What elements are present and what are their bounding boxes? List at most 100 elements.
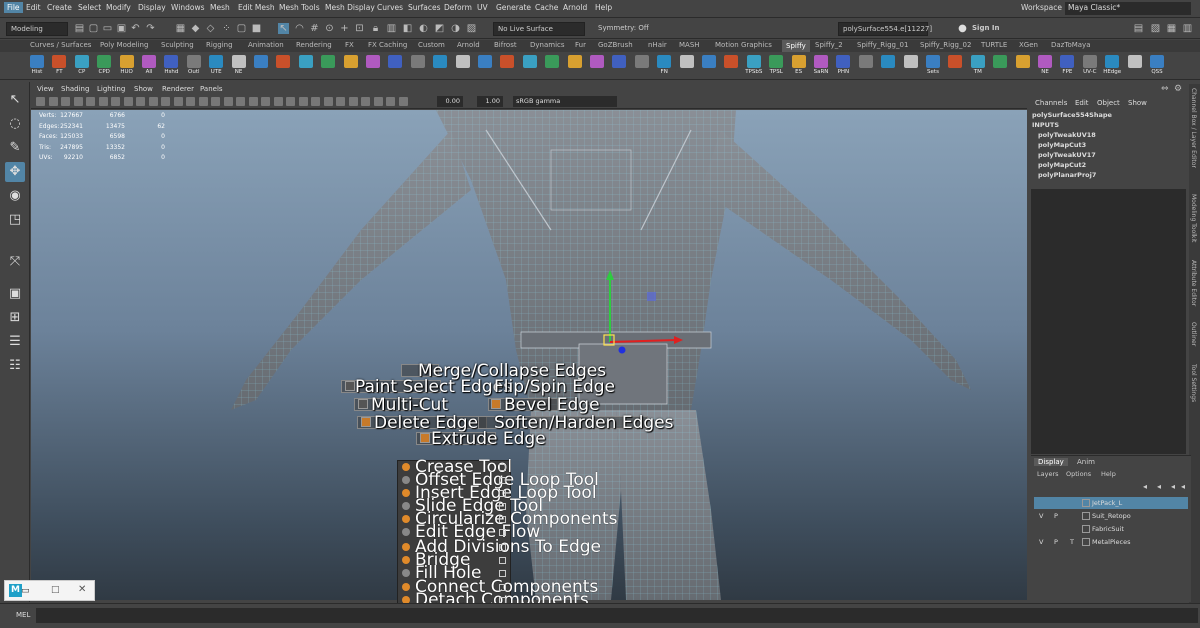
menu-cache[interactable]: Cache (535, 3, 558, 12)
shelf-tab[interactable]: Motion Graphics (715, 41, 772, 49)
viewport-toolbar-icon[interactable] (198, 97, 208, 106)
menu-file[interactable]: File (4, 2, 23, 13)
mm-bevel-edge[interactable]: Bevel Edge (504, 397, 600, 414)
layer-color-swatch[interactable] (1082, 525, 1090, 533)
select-component-icon[interactable]: ◇ (205, 23, 216, 34)
viewport-toolbar-icon[interactable] (186, 97, 195, 106)
shelf-tab[interactable]: Spiffy_Rigg_02 (920, 41, 971, 49)
shelf-button[interactable] (946, 54, 964, 78)
menu-edit[interactable]: Edit (26, 3, 41, 12)
shelf-button[interactable]: QSS (1148, 54, 1166, 78)
viewport-toolbar-icon[interactable] (348, 97, 358, 106)
shelf-tab[interactable]: Arnold (457, 41, 480, 49)
shelf-button[interactable] (498, 54, 516, 78)
cb-input-item[interactable]: polyPlanarProj7 (1038, 171, 1096, 179)
shelf-tab[interactable]: Rendering (296, 41, 332, 49)
shelf-button[interactable] (297, 54, 315, 78)
outliner-list-icon[interactable]: ☷ (5, 356, 25, 376)
layer-color-swatch[interactable] (1082, 499, 1090, 507)
snap-curve-icon[interactable]: ⊙ (324, 23, 335, 34)
panel-menu-shading[interactable]: Shading (61, 85, 89, 93)
shelf-tab[interactable]: FX (345, 41, 354, 49)
shelf-tab[interactable]: Curves / Surfaces (30, 41, 91, 49)
tab-modeling-toolkit[interactable]: Modeling Toolkit (1190, 194, 1197, 242)
tab-outliner[interactable]: Outliner (1190, 322, 1197, 346)
menu-deform[interactable]: Deform (444, 3, 472, 12)
user-icon[interactable]: ● (957, 23, 968, 34)
snap-plane-icon[interactable]: ⊡ (354, 23, 365, 34)
viewport-toolbar-icon[interactable] (61, 97, 70, 106)
viewport-toolbar-icon[interactable] (136, 97, 145, 106)
viewport-toolbar-icon[interactable] (323, 97, 333, 106)
channel-box-icon[interactable]: ▥ (1182, 23, 1193, 34)
shelf-button[interactable] (566, 54, 584, 78)
option-box-icon[interactable] (499, 570, 506, 577)
viewport-toolbar-icon[interactable] (248, 97, 258, 106)
viewport-toolbar-icon[interactable] (98, 97, 108, 106)
select-arrow-icon[interactable]: ↖ (278, 23, 289, 34)
shelf-button[interactable] (521, 54, 539, 78)
sign-in-button[interactable]: Sign In (968, 22, 1028, 36)
history-icon[interactable]: ▥ (386, 23, 397, 34)
snap-grid-icon[interactable]: # (309, 23, 320, 34)
tab-tool-settings[interactable]: Tool Settings (1190, 364, 1197, 402)
layer-tab-display[interactable]: Display (1034, 458, 1068, 466)
layer-tab-anim[interactable]: Anim (1077, 458, 1095, 466)
viewport-toolbar-icon[interactable] (73, 97, 83, 106)
layer-row[interactable]: V P T MetalPieces (1034, 536, 1188, 548)
viewport-toolbar-icon[interactable] (273, 97, 283, 106)
viewport-toolbar-icon[interactable] (148, 97, 158, 106)
shelf-button[interactable] (678, 54, 696, 78)
cb-settings-icon[interactable]: ⚙ (1174, 84, 1182, 94)
shelf-button[interactable]: UTE (207, 54, 225, 78)
shelf-tab[interactable]: Animation (248, 41, 284, 49)
layer-name[interactable]: JetPack_L (1092, 499, 1122, 507)
viewport-toolbar-icon[interactable] (236, 97, 245, 106)
shelf-button[interactable] (879, 54, 897, 78)
shelf-button[interactable] (409, 54, 427, 78)
face-mode-icon[interactable]: ■ (251, 23, 262, 34)
shelf-button[interactable]: TPSL (767, 54, 785, 78)
edge-mode-icon[interactable]: ▢ (236, 23, 247, 34)
shelf-button[interactable] (476, 54, 494, 78)
menu-create[interactable]: Create (47, 3, 72, 12)
panel-menu-panels[interactable]: Panels (200, 85, 223, 93)
shelf-button[interactable] (386, 54, 404, 78)
shelf-tab[interactable]: XGen (1019, 41, 1038, 49)
shelf-tab[interactable]: Spiffy_Rigg_01 (857, 41, 908, 49)
option-box-icon[interactable] (499, 557, 506, 564)
viewport-toolbar-icon[interactable] (223, 97, 233, 106)
menu-windows[interactable]: Windows (171, 3, 204, 12)
layer-menu-options[interactable]: Options (1066, 470, 1091, 478)
shelf-button[interactable] (454, 54, 472, 78)
mm-flip-spin-edge[interactable]: Flip/Spin Edge (494, 379, 615, 396)
layer-toggle-t[interactable]: T (1070, 538, 1074, 546)
shelf-button[interactable]: ES (790, 54, 808, 78)
paint-select-tool-icon[interactable]: ✎ (5, 138, 25, 158)
command-input[interactable] (36, 608, 1198, 623)
single-perspective-layout-icon[interactable]: ▣ (5, 284, 25, 304)
move-layer-up-icon[interactable]: ◂ (1143, 482, 1147, 491)
exposure-field[interactable]: 0.00 (437, 96, 463, 107)
lasso-tool-icon[interactable]: ◌ (5, 114, 25, 134)
layer-color-swatch[interactable] (1082, 512, 1090, 520)
lock-icon[interactable]: 🔒︎ (370, 23, 381, 34)
cb-tab-channels[interactable]: Channels (1035, 99, 1067, 107)
viewport-toolbar-icon[interactable] (286, 97, 295, 106)
viewport-toolbar-icon[interactable] (373, 97, 383, 106)
viewport-toolbar-icon[interactable] (361, 97, 370, 106)
select-object-icon[interactable]: ◆ (190, 23, 201, 34)
shelf-button[interactable]: HEdge (1103, 54, 1121, 78)
shelf-tab[interactable]: Bifrost (494, 41, 517, 49)
cb-layout-icon[interactable]: ⇔ (1161, 84, 1169, 94)
shelf-tab[interactable]: GoZBrush (598, 41, 633, 49)
shelf-button[interactable]: NE (230, 54, 248, 78)
menu-arnold[interactable]: Arnold (563, 3, 587, 12)
layer-row[interactable]: JetPack_L (1034, 497, 1188, 509)
shelf-tab[interactable]: Dynamics (530, 41, 565, 49)
menu-modify[interactable]: Modify (106, 3, 131, 12)
viewport-toolbar-icon[interactable] (261, 97, 270, 106)
move-tool-icon[interactable]: ✥ (5, 162, 25, 182)
viewport-toolbar-icon[interactable] (211, 97, 220, 106)
shelf-button[interactable] (543, 54, 561, 78)
